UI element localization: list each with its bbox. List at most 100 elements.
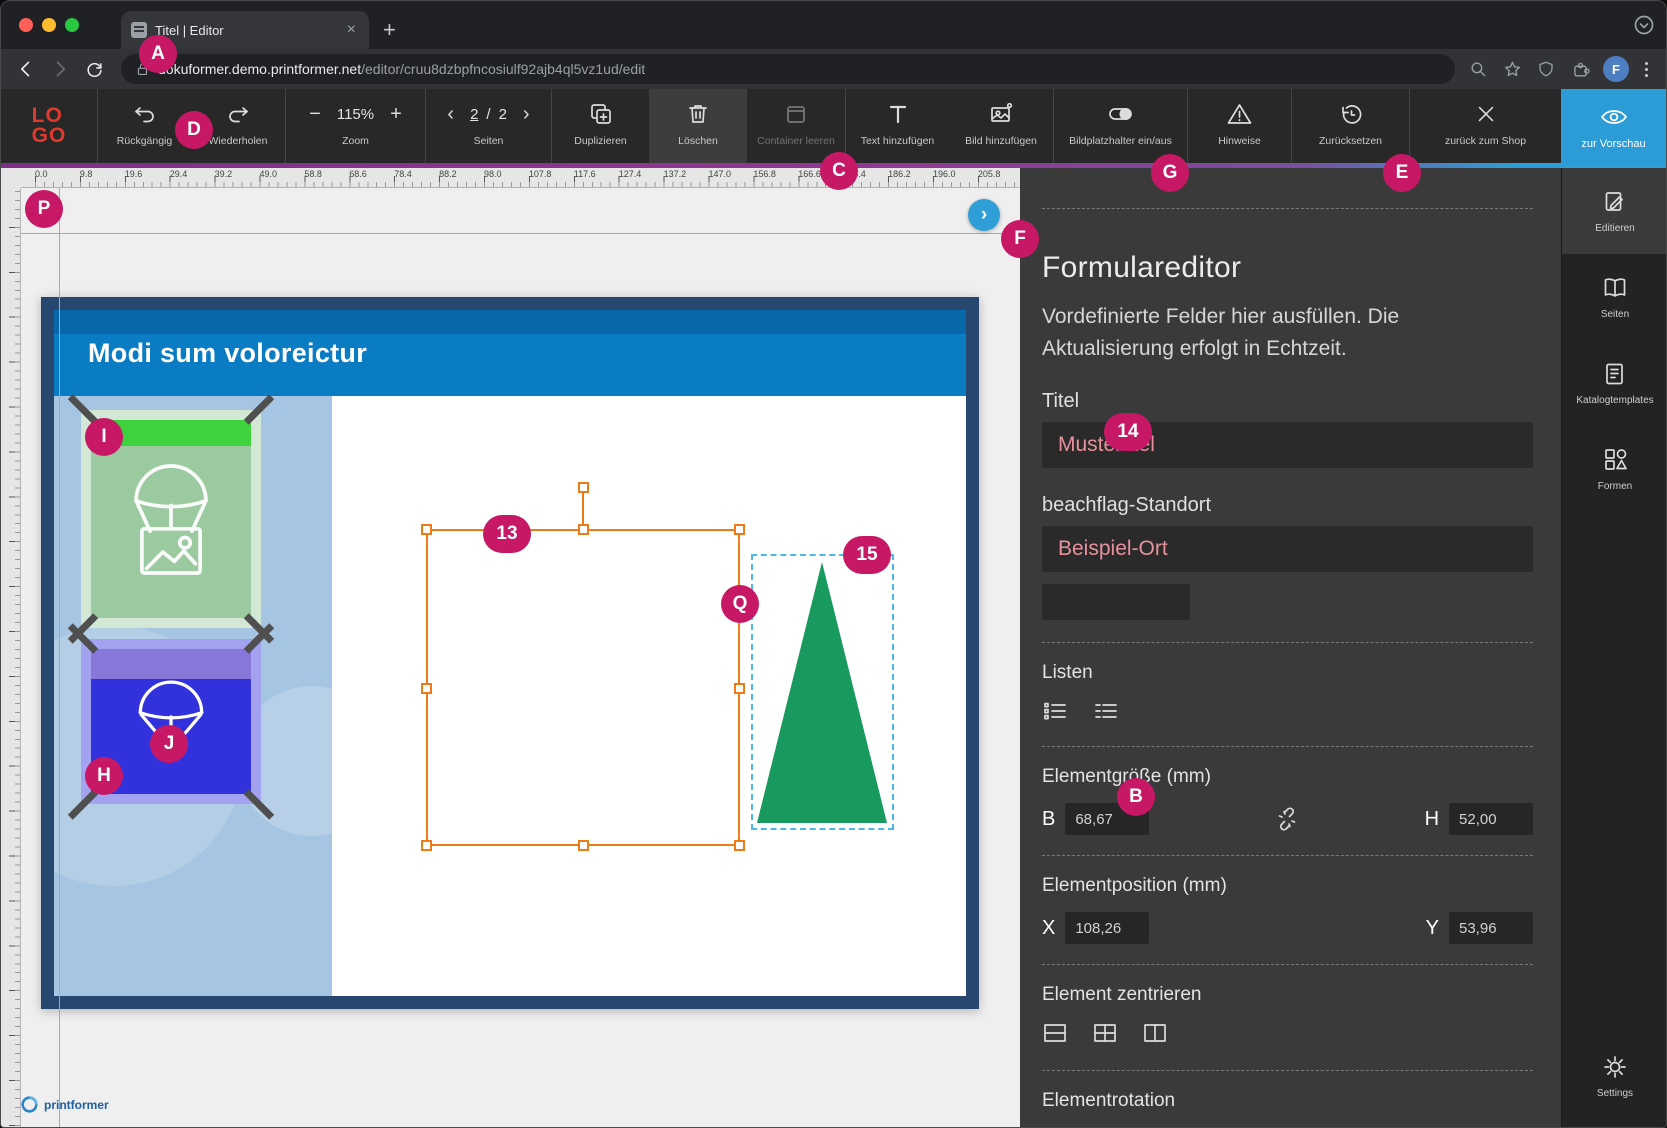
height-input[interactable] <box>1449 803 1533 835</box>
toggle-switch-icon <box>1107 100 1135 128</box>
panel-title: Formulareditor <box>1042 251 1533 285</box>
delete-label: Löschen <box>678 135 718 147</box>
maximize-window-button[interactable] <box>65 18 79 32</box>
element-center-heading: Element zentrieren <box>1042 984 1533 1006</box>
ruler-label: 117.6 <box>574 169 596 179</box>
tab-close-icon[interactable]: × <box>344 21 359 39</box>
center-vertical-icon[interactable] <box>1142 1020 1168 1046</box>
add-image-button[interactable]: Bild hinzufügen <box>949 89 1053 163</box>
page-navigation: ‹ 2 / 2 › Seiten <box>425 89 551 163</box>
template-file-icon <box>1602 361 1628 387</box>
new-tab-button[interactable]: + <box>369 11 410 49</box>
dashed-separator <box>1042 1070 1533 1071</box>
preview-button[interactable]: zur Vorschau <box>1561 89 1666 163</box>
toggle-placeholders-label: Bildplatzhalter ein/aus <box>1069 135 1172 147</box>
toggle-placeholders-button[interactable]: Bildplatzhalter ein/aus <box>1053 89 1187 163</box>
hints-button[interactable]: Hinweise <box>1187 89 1291 163</box>
pages-label: Seiten <box>474 135 504 147</box>
redo-icon <box>225 100 251 128</box>
zoom-in-button[interactable]: + <box>386 103 406 126</box>
app-logo: LOGO <box>1 89 97 163</box>
rail-item-editieren[interactable]: Editieren <box>1562 168 1667 254</box>
canvas-next-page-button[interactable]: › <box>968 199 1000 231</box>
image-placeholder-blue[interactable] <box>81 639 261 804</box>
rail-item-seiten[interactable]: Seiten <box>1562 254 1667 340</box>
zoom-search-icon[interactable] <box>1467 58 1489 80</box>
prev-page-button[interactable]: ‹ <box>443 103 458 126</box>
logo-line1: LO <box>32 106 67 126</box>
location-field-input[interactable] <box>1042 526 1533 572</box>
resize-handle-ne[interactable] <box>734 524 745 535</box>
redo-button[interactable]: Wiederholen <box>191 89 285 163</box>
triangle-shape <box>754 560 891 826</box>
broken-link-icon[interactable] <box>1274 806 1300 832</box>
triangle-shape-element[interactable] <box>751 554 894 830</box>
undo-button[interactable]: Rückgängig <box>97 89 191 163</box>
horizontal-ruler: 0.09.819.629.439.249.058.868.678.488.298… <box>21 168 1020 188</box>
empty-field[interactable] <box>1042 584 1190 620</box>
resize-handle-n[interactable] <box>578 524 589 535</box>
width-input[interactable] <box>1065 803 1149 835</box>
url-bar[interactable]: dokuformer.demo.printformer.net/editor/c… <box>121 54 1455 84</box>
profile-avatar[interactable]: F <box>1603 56 1629 82</box>
back-to-shop-button[interactable]: zurück zum Shop <box>1409 89 1561 163</box>
shield-icon[interactable] <box>1535 58 1557 80</box>
rotation-handle[interactable] <box>578 482 589 493</box>
tab-search-icon[interactable] <box>1634 15 1654 35</box>
resize-handle-se[interactable] <box>734 840 745 851</box>
resize-handle-sw[interactable] <box>421 840 432 851</box>
rail-item-settings[interactable]: Settings <box>1562 1033 1667 1119</box>
delete-button[interactable]: Löschen <box>649 89 747 163</box>
resize-handle-nw[interactable] <box>421 524 432 535</box>
element-position-heading: Elementposition (mm) <box>1042 875 1533 897</box>
forward-button[interactable] <box>45 54 75 84</box>
reload-button[interactable] <box>79 54 109 84</box>
add-text-label: Text hinzufügen <box>861 135 935 147</box>
x-position-input[interactable] <box>1065 912 1149 944</box>
browser-tab[interactable]: Titel | Editor × <box>121 11 369 49</box>
add-image-label: Bild hinzufügen <box>965 135 1037 147</box>
bookmark-star-icon[interactable] <box>1501 58 1523 80</box>
ruler-label: 58.8 <box>304 169 322 179</box>
zoom-control: − 115% + Zoom <box>285 89 425 163</box>
extensions-puzzle-icon[interactable] <box>1569 58 1591 80</box>
dashed-separator <box>1042 964 1533 965</box>
rail-label: Katalogtemplates <box>1576 395 1653 406</box>
rail-item-katalogtemplates[interactable]: Katalogtemplates <box>1562 340 1667 426</box>
dash-list-icon[interactable] <box>1093 698 1120 724</box>
resize-handle-s[interactable] <box>578 840 589 851</box>
ruler-label: 147.0 <box>709 169 732 179</box>
ruler-label: 88.2 <box>439 169 457 179</box>
resize-handle-w[interactable] <box>421 683 432 694</box>
add-text-button[interactable]: Text hinzufügen <box>845 89 949 163</box>
reset-button[interactable]: Zurücksetzen <box>1291 89 1409 163</box>
title-field-label: Titel <box>1042 390 1533 413</box>
next-page-button[interactable]: › <box>519 103 534 126</box>
center-horizontal-icon[interactable] <box>1042 1020 1068 1046</box>
printformer-brand: printformer <box>21 1096 109 1113</box>
browser-menu-icon[interactable] <box>1641 58 1652 81</box>
ruler-label: 29.4 <box>170 169 188 179</box>
placeholder-header-band <box>91 649 251 679</box>
center-both-icon[interactable] <box>1092 1020 1118 1046</box>
y-position-label: Y <box>1426 917 1439 940</box>
duplicate-button[interactable]: Duplizieren <box>551 89 649 163</box>
resize-handle-e[interactable] <box>734 683 745 694</box>
rail-item-formen[interactable]: Formen <box>1562 426 1667 512</box>
selected-element-frame[interactable] <box>426 529 740 846</box>
ruler-label: 137.2 <box>664 169 687 179</box>
y-position-input[interactable] <box>1449 912 1533 944</box>
title-field-input[interactable] <box>1042 422 1533 468</box>
horizontal-guide-line <box>21 233 1020 234</box>
minimize-window-button[interactable] <box>42 18 56 32</box>
current-page[interactable]: 2 <box>470 106 478 123</box>
bullet-list-icon[interactable] <box>1042 698 1069 724</box>
ruler-label: 166.6 <box>798 169 821 179</box>
close-window-button[interactable] <box>19 18 33 32</box>
back-button[interactable] <box>11 54 41 84</box>
ruler-label: 19.6 <box>125 169 143 179</box>
element-rotation-heading: Elementrotation <box>1042 1090 1533 1112</box>
zoom-out-button[interactable]: − <box>305 103 325 126</box>
image-placeholder-green[interactable] <box>81 410 261 628</box>
back-to-shop-label: zurück zum Shop <box>1445 135 1526 147</box>
